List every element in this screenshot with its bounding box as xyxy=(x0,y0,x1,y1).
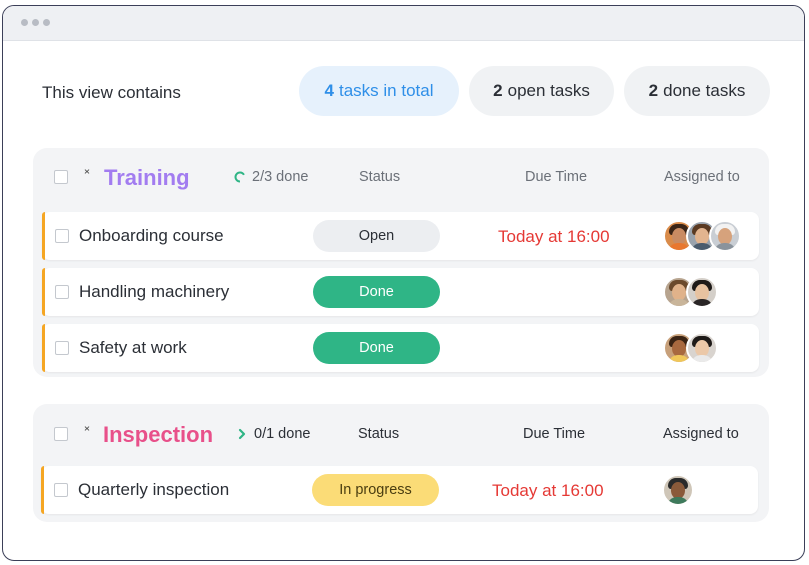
group-header: ⌄ ⌃ Training 2/3 done Status Due Time Ass… xyxy=(33,148,769,198)
status-badge[interactable]: Done xyxy=(313,332,440,364)
row-marker xyxy=(41,466,44,514)
assignee-avatars[interactable] xyxy=(663,220,741,252)
progress-ring-icon xyxy=(238,428,246,440)
due-time[interactable]: Today at 16:00 xyxy=(498,227,610,247)
column-header-status: Status xyxy=(358,426,400,442)
group-progress: 2/3 done xyxy=(234,169,308,185)
task-row[interactable]: Quarterly inspection In progress Today a… xyxy=(41,466,758,514)
progress-text: 0/1 done xyxy=(254,426,311,442)
status-badge[interactable]: Open xyxy=(313,220,440,252)
done-tasks-pill[interactable]: 2 done tasks xyxy=(624,66,770,116)
row-marker xyxy=(42,268,45,316)
summary-label: This view contains xyxy=(42,83,181,102)
column-header-assigned: Assigned to xyxy=(663,426,739,442)
column-header-due: Due Time xyxy=(525,169,588,185)
total-count: 4 xyxy=(324,81,334,100)
collapse-chevron-icon[interactable]: ⌄ ⌃ xyxy=(82,421,92,439)
assignee-avatars[interactable] xyxy=(662,474,694,506)
group-select-checkbox[interactable] xyxy=(54,427,68,441)
collapse-chevron-icon[interactable]: ⌄ ⌃ xyxy=(82,164,92,182)
total-tasks-pill[interactable]: 4 tasks in total xyxy=(299,66,459,116)
assignee-avatars[interactable] xyxy=(663,276,718,308)
task-checkbox[interactable] xyxy=(55,285,69,299)
window-dot[interactable] xyxy=(21,19,28,26)
task-row[interactable]: Handling machinery Done xyxy=(42,268,759,316)
avatar xyxy=(686,276,718,308)
row-marker xyxy=(42,324,45,372)
column-header-assigned: Assigned to xyxy=(664,169,740,185)
column-header-status: Status xyxy=(359,169,401,185)
done-text: done tasks xyxy=(663,81,746,100)
task-checkbox[interactable] xyxy=(55,229,69,243)
task-group-training: ⌄ ⌃ Training 2/3 done Status Due Time Ass… xyxy=(33,148,769,377)
open-tasks-pill[interactable]: 2 open tasks xyxy=(469,66,614,116)
task-name[interactable]: Safety at work xyxy=(79,338,187,358)
task-row[interactable]: Safety at work Done xyxy=(42,324,759,372)
group-progress: 0/1 done xyxy=(236,426,310,442)
row-marker xyxy=(42,212,45,260)
avatar xyxy=(709,220,741,252)
task-checkbox[interactable] xyxy=(55,341,69,355)
avatar xyxy=(662,474,694,506)
column-header-due: Due Time xyxy=(523,426,586,442)
task-name[interactable]: Quarterly inspection xyxy=(78,480,229,500)
group-title: Inspection xyxy=(103,422,214,447)
title-bar xyxy=(3,6,804,41)
group-header: ⌄ ⌃ Inspection 0/1 done Status Due Time A… xyxy=(33,404,769,454)
group-select-checkbox[interactable] xyxy=(54,170,68,184)
assignee-avatars[interactable] xyxy=(663,332,718,364)
progress-text: 2/3 done xyxy=(252,169,309,185)
task-name[interactable]: Onboarding course xyxy=(79,226,224,246)
task-group-inspection: ⌄ ⌃ Inspection 0/1 done Status Due Time A… xyxy=(33,404,769,522)
avatar xyxy=(686,332,718,364)
status-badge[interactable]: Done xyxy=(313,276,440,308)
progress-ring-icon xyxy=(234,171,246,183)
task-name[interactable]: Handling machinery xyxy=(79,282,229,302)
window-controls xyxy=(21,19,50,26)
group-title: Training xyxy=(104,165,190,190)
window-dot[interactable] xyxy=(43,19,50,26)
due-time[interactable]: Today at 16:00 xyxy=(492,481,604,501)
done-count: 2 xyxy=(648,81,659,100)
total-text: tasks in total xyxy=(338,81,434,100)
task-checkbox[interactable] xyxy=(54,483,68,497)
task-row[interactable]: Onboarding course Open Today at 16:00 xyxy=(42,212,759,260)
status-badge[interactable]: In progress xyxy=(312,474,439,506)
open-count: 2 xyxy=(493,81,503,100)
window-dot[interactable] xyxy=(32,19,39,26)
open-text: open tasks xyxy=(507,81,590,100)
